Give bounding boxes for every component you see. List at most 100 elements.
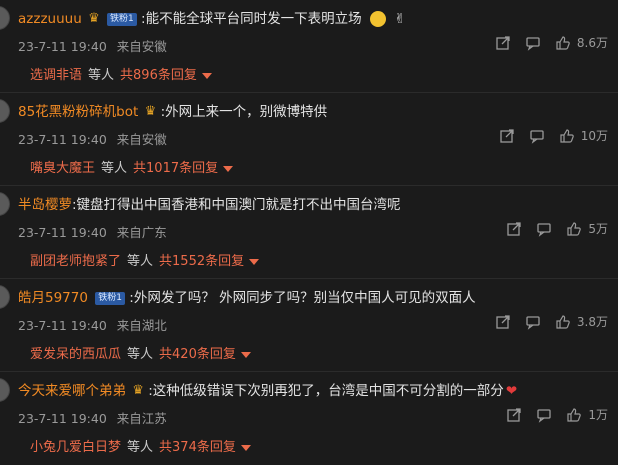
chevron-down-icon[interactable]	[240, 444, 251, 451]
heart-icon: ❤	[505, 383, 518, 399]
reply-count[interactable]: 共1017条回复	[133, 161, 218, 176]
reply-summary[interactable]: 副团老师抱紧了 等人 共1552条回复	[30, 250, 260, 269]
comment-item: 今天来爱哪个弟弟 ♛ :这种低级错误下次别再犯了，台湾是中国不可分割的一部分 ❤ …	[0, 372, 618, 465]
thumbs-up-icon	[556, 35, 570, 50]
comment-icon	[526, 36, 540, 51]
reply-count[interactable]: 共896条回复	[120, 68, 197, 83]
reply-count[interactable]: 共374条回复	[159, 440, 236, 455]
timestamp: 23-7-11 19:40	[18, 225, 107, 240]
username[interactable]: 85花黑粉粉碎机bot	[18, 104, 138, 120]
reply-summary[interactable]: 爱发呆的西瓜瓜 等人 共420条回复	[30, 343, 251, 362]
comment-button[interactable]	[525, 314, 541, 330]
comment-button[interactable]	[525, 35, 541, 51]
comment-icon	[526, 315, 540, 330]
share-button[interactable]	[499, 128, 515, 144]
comment-actions: 5万	[506, 220, 608, 237]
thumbs-up-icon	[567, 221, 582, 236]
comment-actions: 1万	[506, 406, 608, 423]
like-button[interactable]: 10万	[559, 127, 608, 144]
thumbs-up-icon	[567, 407, 582, 422]
comment-meta: 23-7-11 19:40 来自安徽	[18, 129, 167, 148]
timestamp: 23-7-11 19:40	[18, 132, 107, 147]
share-button[interactable]	[495, 35, 511, 51]
reply-others-label: 等人	[127, 440, 154, 455]
comment-meta: 23-7-11 19:40 来自湖北	[18, 315, 167, 334]
comment-button[interactable]	[536, 407, 552, 423]
chevron-down-icon[interactable]	[249, 258, 260, 265]
avatar[interactable]	[0, 99, 10, 123]
username[interactable]: 皓月59770	[18, 290, 88, 306]
comment-list: azzzuuuu ♛ 铁粉1 :能不能全球平台同时发一下表明立场 ✌ 23-7-…	[0, 0, 618, 461]
share-icon	[500, 128, 514, 143]
crown-icon: ♛	[88, 11, 100, 26]
like-button[interactable]: 3.8万	[555, 313, 608, 330]
share-icon	[496, 35, 510, 50]
comment-text: :外网发了吗？ 外网同步了吗？别当仅中国人可见的双面人	[129, 290, 476, 306]
like-button[interactable]: 1万	[566, 406, 608, 423]
like-button[interactable]: 8.6万	[555, 34, 608, 51]
comment-header: azzzuuuu ♛ 铁粉1 :能不能全球平台同时发一下表明立场 ✌	[18, 8, 608, 30]
username[interactable]: 半岛樱萝	[18, 197, 72, 213]
comment-header: 85花黑粉粉碎机bot ♛ :外网上来一个，别微博特供	[18, 101, 608, 123]
share-icon	[507, 407, 522, 422]
location: 来自安徽	[116, 39, 167, 54]
avatar[interactable]	[0, 285, 10, 309]
reply-username[interactable]: 小兔几爱白日梦	[30, 440, 121, 455]
reply-username[interactable]: 副团老师抱紧了	[30, 254, 121, 269]
timestamp: 23-7-11 19:40	[18, 318, 107, 333]
fan-badge: 铁粉1	[95, 291, 125, 305]
thumbs-up-icon	[556, 314, 570, 329]
location: 来自江苏	[116, 411, 167, 426]
avatar[interactable]	[0, 192, 10, 216]
comment-button[interactable]	[529, 128, 545, 144]
reply-username[interactable]: 选调非语	[30, 68, 82, 83]
like-count: 5万	[588, 222, 608, 236]
avatar[interactable]	[0, 6, 10, 30]
fan-badge: 铁粉1	[107, 12, 137, 26]
reply-summary[interactable]: 选调非语 等人 共896条回复	[30, 64, 212, 83]
timestamp: 23-7-11 19:40	[18, 411, 107, 426]
share-icon	[507, 221, 522, 236]
comment-header: 半岛樱萝:键盘打得出中国香港和中国澳门就是打不出中国台湾呢	[18, 194, 608, 216]
location: 来自广东	[116, 225, 167, 240]
crown-icon: ♛	[132, 383, 144, 398]
reply-summary[interactable]: 嘴臭大魔王 等人 共1017条回复	[30, 157, 234, 176]
avatar[interactable]	[0, 378, 10, 402]
reply-username[interactable]: 爱发呆的西瓜瓜	[30, 347, 121, 362]
comment-item: azzzuuuu ♛ 铁粉1 :能不能全球平台同时发一下表明立场 ✌ 23-7-…	[0, 0, 618, 93]
comment-actions: 3.8万	[495, 313, 608, 330]
username[interactable]: 今天来爱哪个弟弟	[18, 383, 126, 399]
reply-others-label: 等人	[88, 68, 115, 83]
reply-others-label: 等人	[101, 161, 128, 176]
victory-hand-icon: ✌	[394, 11, 406, 27]
comment-meta: 23-7-11 19:40 来自江苏	[18, 408, 167, 427]
reply-username[interactable]: 嘴臭大魔王	[30, 161, 95, 176]
crown-icon: ♛	[144, 104, 157, 119]
like-count: 1万	[588, 408, 608, 422]
reply-summary[interactable]: 小兔几爱白日梦 等人 共374条回复	[30, 436, 251, 455]
chevron-down-icon[interactable]	[223, 165, 234, 172]
comment-button[interactable]	[536, 221, 552, 237]
share-button[interactable]	[506, 221, 522, 237]
comment-text: :能不能全球平台同时发一下表明立场	[141, 11, 362, 27]
comment-icon	[537, 222, 552, 237]
share-button[interactable]	[495, 314, 511, 330]
share-icon	[496, 314, 510, 329]
comment-meta: 23-7-11 19:40 来自安徽	[18, 36, 167, 55]
comment-text: :这种低级错误下次别再犯了，台湾是中国不可分割的一部分	[148, 383, 504, 399]
comment-text: :键盘打得出中国香港和中国澳门就是打不出中国台湾呢	[72, 197, 401, 213]
chevron-down-icon[interactable]	[201, 72, 212, 79]
chevron-down-icon[interactable]	[240, 351, 251, 358]
comment-header: 今天来爱哪个弟弟 ♛ :这种低级错误下次别再犯了，台湾是中国不可分割的一部分 ❤	[18, 380, 608, 402]
location: 来自湖北	[116, 318, 167, 333]
username[interactable]: azzzuuuu	[18, 11, 82, 27]
comment-icon	[530, 129, 544, 144]
timestamp: 23-7-11 19:40	[18, 39, 107, 54]
share-button[interactable]	[506, 407, 522, 423]
reply-others-label: 等人	[127, 347, 154, 362]
comment-text: :外网上来一个，别微博特供	[160, 104, 328, 120]
like-button[interactable]: 5万	[566, 220, 608, 237]
reply-count[interactable]: 共1552条回复	[159, 254, 244, 269]
reply-count[interactable]: 共420条回复	[159, 347, 236, 362]
comment-item: 半岛樱萝:键盘打得出中国香港和中国澳门就是打不出中国台湾呢 23-7-11 19…	[0, 186, 618, 279]
